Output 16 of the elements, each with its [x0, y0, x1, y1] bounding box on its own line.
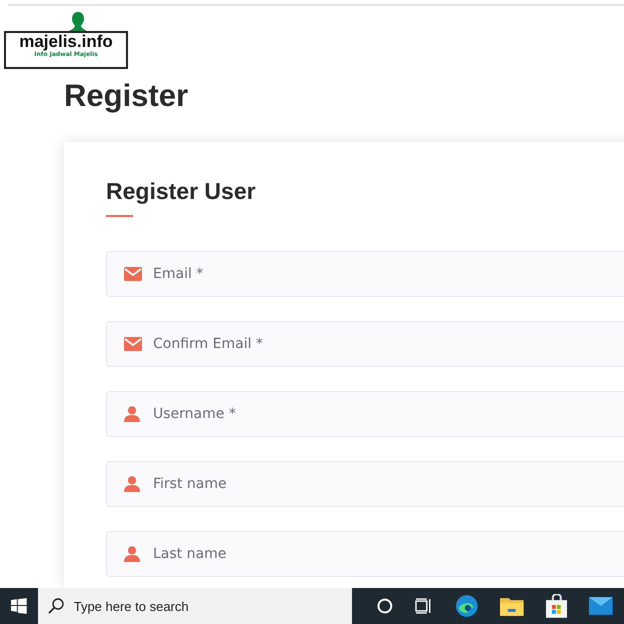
- page-title: Register: [64, 78, 190, 114]
- shopping-bag-icon[interactable]: [546, 594, 568, 618]
- input-field[interactable]: Email *: [106, 251, 624, 297]
- input-field[interactable]: Confirm Email *: [106, 321, 624, 367]
- card-title: Register User: [106, 178, 257, 204]
- task-view-icon[interactable]: [414, 598, 433, 614]
- windows-start-icon[interactable]: [11, 598, 27, 614]
- mail-icon[interactable]: [589, 597, 614, 615]
- input-field[interactable]: Last name: [106, 531, 624, 577]
- input-field[interactable]: Username *: [106, 391, 624, 437]
- browser-icon[interactable]: [454, 594, 478, 618]
- folder-icon[interactable]: [500, 596, 524, 616]
- search-field[interactable]: Type here to search: [38, 588, 352, 624]
- input-field[interactable]: First name: [106, 461, 624, 507]
- circle-icon[interactable]: [377, 598, 393, 614]
- logo-text: majelis.info: [19, 33, 113, 51]
